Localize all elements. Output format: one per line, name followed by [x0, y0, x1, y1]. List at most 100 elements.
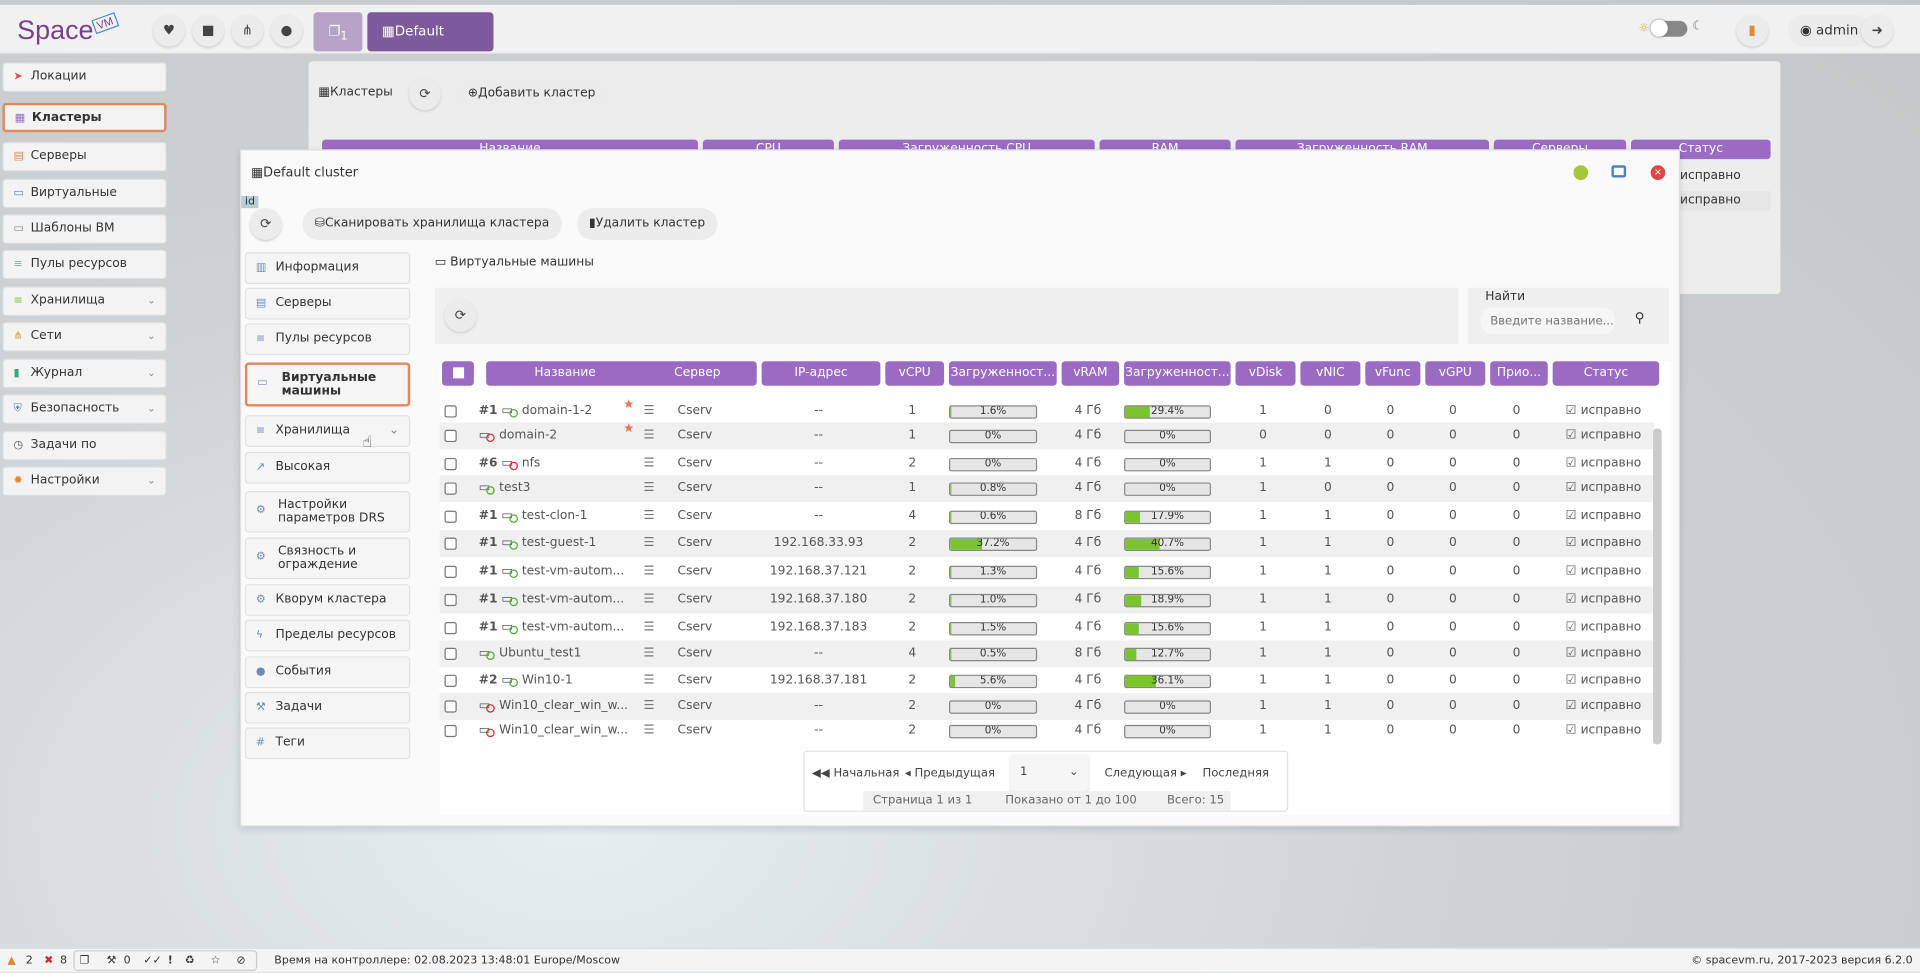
column-header[interactable]: Прио...	[1490, 361, 1548, 386]
row-checkbox[interactable]	[444, 593, 457, 607]
add-cluster-button[interactable]: ⊕Добавить кластер	[453, 78, 611, 111]
first-page-button[interactable]: ◀◀ Начальная	[812, 762, 900, 786]
cluster-menu-item[interactable]: ▥ Информация	[244, 252, 411, 285]
vm-name-cell[interactable]: #1 ▭ test-vm-autom...	[479, 615, 632, 642]
search-input[interactable]	[1480, 307, 1616, 335]
sidebar-item[interactable]: ⛨ Безопасность ⌄	[2, 394, 167, 424]
row-checkbox[interactable]	[444, 429, 457, 443]
column-header[interactable]: Загруженност...	[948, 361, 1057, 386]
vm-name[interactable]: nfs	[522, 457, 540, 470]
cluster-menu-item[interactable]: ⚙ Кворум кластера	[244, 584, 411, 616]
vm-name-cell[interactable]: #6 ▭ nfs	[479, 451, 632, 478]
cluster-menu-item[interactable]: ▤ Серверы	[244, 287, 411, 320]
column-header[interactable]: vRAM	[1061, 361, 1120, 386]
vm-name-cell[interactable]: #2 ▭ Win10-1	[479, 667, 632, 694]
table-row[interactable]: #1 ▭ test-vm-autom... ☰ Cserv 192.168.37.…	[440, 615, 1655, 642]
vm-name[interactable]: test-vm-autom...	[522, 621, 624, 634]
vm-name[interactable]: test-guest-1	[522, 536, 596, 549]
cluster-menu-item[interactable]: ≡ Пулы ресурсов	[244, 323, 411, 356]
close-button[interactable]: ×	[1650, 165, 1666, 181]
table-row[interactable]: #1 ▭ test-vm-autom... ☰ Cserv 192.168.37.…	[440, 558, 1655, 585]
row-checkbox[interactable]	[444, 482, 457, 495]
column-header[interactable]: vFunc	[1365, 361, 1421, 386]
sidebar-item[interactable]: ≡ Пулы ресурсов	[2, 249, 167, 280]
select-all-checkbox[interactable]	[442, 361, 474, 386]
row-checkbox[interactable]	[444, 405, 457, 418]
vm-name-cell[interactable]: #1 ▭ test-clon-1	[479, 503, 632, 530]
cluster-menu-item[interactable]: ▭ Виртуальные машины	[244, 362, 411, 407]
vm-name-cell[interactable]: ▭ domain-2 ★	[479, 422, 634, 449]
row-checkbox[interactable]	[444, 457, 457, 471]
cluster-menu-item[interactable]: ϟ Пределы ресурсов	[244, 619, 411, 652]
refresh-clusters-button[interactable]: ⟳	[408, 78, 441, 111]
table-row[interactable]: ▭ Ubuntu_test1 ☰ Cserv -- 4 0.5% 8 Гб 12.7% 1 1…	[439, 640, 1655, 668]
sidebar-item[interactable]: ▦ Кластеры	[2, 102, 167, 133]
search-icon[interactable]: ⚲	[1635, 310, 1645, 326]
sidebar-item[interactable]: ▤ Серверы	[2, 142, 167, 172]
sidebar-item[interactable]: ➤ Локации	[2, 62, 167, 92]
vm-name[interactable]: domain-1-2	[522, 404, 592, 417]
column-header[interactable]: IP-адрес	[761, 361, 881, 386]
heartbeat-icon[interactable]: ♥	[153, 14, 185, 47]
row-checkbox[interactable]	[444, 647, 457, 661]
column-header[interactable]: vDisk	[1235, 361, 1296, 386]
table-row[interactable]: #1 ▭ test-vm-autom... ☰ Cserv 192.168.37.…	[439, 586, 1655, 614]
vm-name-cell[interactable]: #1 ▭ domain-1-2 ★	[479, 398, 634, 425]
vm-name[interactable]: test-clon-1	[522, 509, 588, 522]
sidebar-item[interactable]: ⋔ Сети ⌄	[2, 322, 167, 352]
row-checkbox[interactable]	[444, 700, 457, 713]
vm-name-cell[interactable]: ▭ Win10_clear_win_w...	[479, 718, 632, 745]
user-button[interactable]: ◉ admin	[1787, 14, 1871, 47]
page-select[interactable]: 1 ⌄	[1010, 754, 1089, 792]
table-row[interactable]: ▭ Win10_clear_win_w... ☰ Cserv -- 2 0% 4 Гб 0…	[440, 718, 1655, 745]
row-checkbox[interactable]	[444, 565, 457, 578]
scan-storage-button[interactable]: ⛁Сканировать хранилища кластера	[302, 208, 562, 241]
refresh-window-button[interactable]: ⟳	[249, 208, 282, 241]
row-checkbox[interactable]	[444, 724, 457, 738]
last-page-button[interactable]: Последняя ▶▶	[1202, 762, 1286, 805]
vm-name[interactable]: Win10_clear_win_w...	[499, 724, 628, 737]
sidebar-item[interactable]: ◷Задачи по расписанию	[2, 431, 167, 479]
row-checkbox[interactable]	[444, 510, 457, 523]
vm-name[interactable]: Win10-1	[522, 673, 573, 686]
maximize-button[interactable]	[1611, 165, 1627, 178]
open-window-tab[interactable]: ▦Default cluster	[367, 12, 494, 78]
cluster-menu-item[interactable]: ● События	[244, 656, 411, 689]
sidebar-item[interactable]: ▮ Журнал ⌄	[2, 358, 167, 389]
cluster-menu-item[interactable]: ⚙ Связность и ограждение	[244, 537, 411, 580]
globe-icon[interactable]: ●	[270, 14, 303, 47]
column-header[interactable]: Статус	[1552, 361, 1660, 386]
book-icon[interactable]: ▮	[1736, 14, 1769, 47]
sidebar-item[interactable]: ▭Виртуальные машины	[2, 178, 167, 227]
table-row[interactable]: ▭ test3 ☰ Cserv -- 1 0.8% 4 Гб 0% 1 0 0 0 0 ☑ испр…	[439, 475, 1655, 503]
vm-name[interactable]: test3	[499, 481, 530, 494]
refresh-vms-button[interactable]: ⟳	[444, 300, 477, 332]
sidebar-item[interactable]: ≡ Хранилища ⌄	[2, 286, 167, 316]
row-checkbox[interactable]	[444, 537, 457, 550]
table-row[interactable]: #1 ▭ test-guest-1 ☰ Cserv 192.168.33.93 2 3…	[439, 530, 1655, 558]
next-page-button[interactable]: Следующая ▸	[1104, 762, 1186, 786]
cluster-menu-item[interactable]: ⚒ Задачи	[244, 691, 411, 724]
vm-name[interactable]: Win10_clear_win_w...	[499, 699, 628, 712]
vm-name-cell[interactable]: ▭ Win10_clear_win_w...	[479, 693, 632, 720]
column-header[interactable]: Загруженност...	[1124, 361, 1231, 386]
sitemap-icon[interactable]: ⋔	[231, 14, 264, 47]
vm-name-cell[interactable]: #1 ▭ test-vm-autom...	[479, 558, 632, 585]
table-row[interactable]: ▭ domain-2 ★ ☰ Cserv -- 1 0% 4 Гб 0% 0 0 0 0 0 ☑ ис…	[439, 422, 1655, 450]
theme-toggle[interactable]	[1650, 19, 1688, 37]
table-scrollbar[interactable]	[1653, 428, 1662, 745]
column-header[interactable]: vGPU	[1425, 361, 1486, 386]
windows-button[interactable]: ❐1	[313, 12, 363, 52]
vm-name[interactable]: domain-2	[499, 429, 557, 442]
vm-name-cell[interactable]: #1 ▭ test-vm-autom...	[479, 587, 632, 614]
vm-name-cell[interactable]: ▭ test3	[479, 475, 632, 502]
cluster-menu-item[interactable]: # Теги	[244, 727, 411, 760]
table-row[interactable]: ▭ Win10_clear_win_w... ☰ Cserv -- 2 0% 4 Гб 0…	[439, 693, 1655, 721]
table-row[interactable]: #2 ▭ Win10-1 ☰ Cserv 192.168.37.181 2 5.6% 4…	[440, 667, 1655, 694]
vm-name-cell[interactable]: #1 ▭ test-guest-1	[479, 530, 632, 557]
sidebar-item[interactable]: ✹ Настройки ⌄	[2, 466, 167, 496]
sidebar-item[interactable]: ▭ Шаблоны ВМ	[2, 214, 167, 244]
prev-page-button[interactable]: ◂ Предыдущая	[905, 762, 995, 786]
row-checkbox[interactable]	[444, 622, 457, 635]
delete-cluster-button[interactable]: ▮Удалить кластер	[576, 208, 718, 241]
